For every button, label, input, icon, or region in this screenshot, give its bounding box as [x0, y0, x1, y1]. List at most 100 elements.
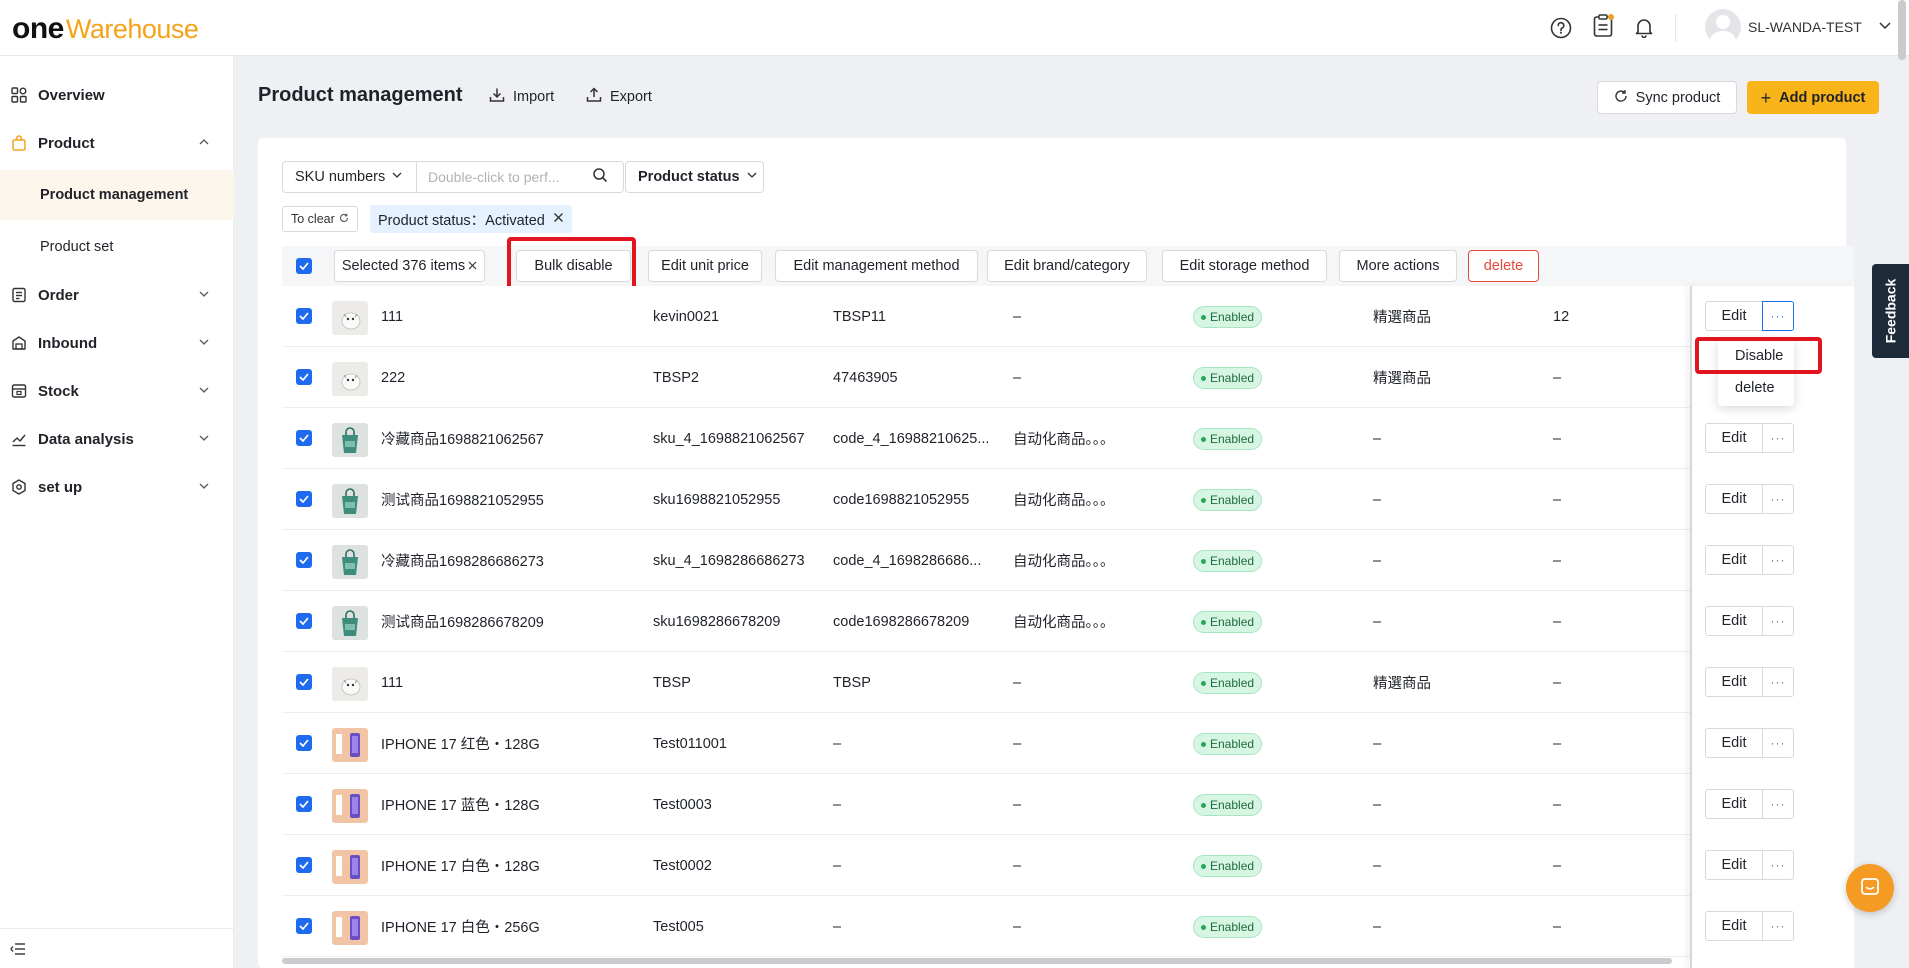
help-icon[interactable] [1549, 16, 1573, 40]
brand-logo[interactable]: one Warehouse [12, 12, 199, 46]
table-row[interactable]: 111 kevin0021 TBSP11 – Enabled 精選商品 12 [282, 286, 1854, 347]
row-checkbox[interactable] [296, 735, 312, 751]
row-more-button[interactable]: ··· [1762, 545, 1794, 575]
row-edit-button[interactable]: Edit [1705, 545, 1763, 575]
product-status-select[interactable]: Product status [625, 161, 764, 193]
row-more-button[interactable]: ··· [1762, 423, 1794, 453]
row-edit-button[interactable]: Edit [1705, 301, 1763, 331]
bell-icon[interactable] [1632, 15, 1656, 39]
row-more-button[interactable]: ··· [1762, 301, 1794, 331]
chart-icon [10, 430, 28, 448]
more-actions-button[interactable]: More actions [1339, 250, 1457, 282]
row-checkbox[interactable] [296, 857, 312, 873]
sidebar-collapse-bar [0, 928, 234, 968]
table-row[interactable]: IPHONE 17 白色・128G Test0002 – – Enabled –… [282, 835, 1854, 896]
select-all-checkbox[interactable] [296, 258, 312, 274]
row-edit-button[interactable]: Edit [1705, 606, 1763, 636]
sidebar-item-inbound[interactable]: Inbound [0, 319, 234, 367]
dropdown-disable-item[interactable]: Disable [1718, 341, 1794, 371]
chevron-down-icon[interactable] [1878, 18, 1892, 35]
sidebar: Overview Product Product management Prod… [0, 56, 234, 968]
username[interactable]: SL-WANDA-TEST [1748, 19, 1862, 35]
row-edit-button[interactable]: Edit [1705, 484, 1763, 514]
sidebar-item-label: Order [38, 286, 79, 304]
row-more-button[interactable]: ··· [1762, 850, 1794, 880]
table-row[interactable]: IPHONE 17 蓝色・128G Test0003 – – Enabled –… [282, 774, 1854, 835]
chat-button[interactable] [1846, 864, 1894, 912]
product-code: code1698286678209 [833, 613, 970, 630]
edit-brand-category-button[interactable]: Edit brand/category [987, 250, 1147, 282]
feedback-tab[interactable]: Feedback [1872, 264, 1909, 358]
row-more-button[interactable]: ··· [1762, 667, 1794, 697]
close-icon[interactable] [553, 211, 564, 227]
row-more-button[interactable]: ··· [1762, 789, 1794, 819]
sidebar-subitem-product-set[interactable]: Product set [0, 222, 234, 272]
product-set: – [1373, 491, 1382, 508]
table-row[interactable]: 111 TBSP TBSP – Enabled 精選商品 – [282, 652, 1854, 713]
table-row[interactable]: IPHONE 17 白色・256G Test005 – – Enabled – … [282, 896, 1854, 957]
row-checkbox[interactable] [296, 308, 312, 324]
export-button[interactable]: Export [586, 87, 652, 107]
import-button[interactable]: Import [489, 87, 554, 107]
sidebar-subitem-product-management[interactable]: Product management [0, 170, 234, 220]
chevron-down-icon [198, 431, 210, 447]
row-checkbox[interactable] [296, 674, 312, 690]
row-checkbox[interactable] [296, 430, 312, 446]
table-horizontal-scrollbar[interactable] [282, 958, 1672, 964]
table-row[interactable]: 冷藏商品1698821062567 sku_4_1698821062567 co… [282, 408, 1854, 469]
row-more-button[interactable]: ··· [1762, 728, 1794, 758]
table-row[interactable]: 222 TBSP2 47463905 – Enabled 精選商品 – [282, 347, 1854, 408]
add-product-button[interactable]: + Add product [1747, 81, 1879, 114]
row-edit-button[interactable]: Edit [1705, 728, 1763, 758]
sidebar-item-overview[interactable]: Overview [0, 71, 234, 119]
row-checkbox[interactable] [296, 491, 312, 507]
product-category: – [1013, 369, 1022, 386]
menu-collapse-icon[interactable] [10, 942, 26, 959]
table-row[interactable]: 冷藏商品1698286686273 sku_4_1698286686273 co… [282, 530, 1854, 591]
row-checkbox[interactable] [296, 918, 312, 934]
row-checkbox[interactable] [296, 369, 312, 385]
page-scrollbar[interactable] [1898, 0, 1906, 60]
bulk-delete-button[interactable]: delete [1468, 250, 1539, 282]
row-edit-button[interactable]: Edit [1705, 667, 1763, 697]
sku-type-select[interactable]: SKU numbers [283, 162, 417, 192]
sidebar-item-set-up[interactable]: set up [0, 463, 234, 511]
chevron-down-icon [391, 169, 403, 185]
selected-items-button[interactable]: Selected 376 items [334, 250, 485, 282]
close-icon[interactable] [468, 258, 477, 274]
clear-filters-button[interactable]: To clear [282, 206, 358, 232]
avatar[interactable] [1705, 9, 1741, 45]
sku-search-input[interactable] [428, 169, 588, 185]
row-more-button[interactable]: ··· [1762, 911, 1794, 941]
status-dot [1201, 619, 1206, 625]
table-row[interactable]: 测试商品1698821052955 sku1698821052955 code1… [282, 469, 1854, 530]
sidebar-item-stock[interactable]: Stock [0, 367, 234, 415]
sidebar-item-product[interactable]: Product [0, 119, 234, 167]
row-checkbox[interactable] [296, 796, 312, 812]
row-edit-button[interactable]: Edit [1705, 789, 1763, 819]
row-more-button[interactable]: ··· [1762, 606, 1794, 636]
sidebar-item-order[interactable]: Order [0, 271, 234, 319]
product-name: IPHONE 17 红色・128G [381, 737, 540, 753]
search-icon[interactable] [592, 167, 608, 187]
sidebar-item-data-analysis[interactable]: Data analysis [0, 415, 234, 463]
dropdown-delete-item[interactable]: delete [1718, 373, 1794, 403]
product-thumbnail [332, 728, 368, 762]
row-edit-button[interactable]: Edit [1705, 423, 1763, 453]
row-checkbox[interactable] [296, 552, 312, 568]
bulk-disable-button[interactable]: Bulk disable [516, 250, 631, 282]
row-edit-button[interactable]: Edit [1705, 850, 1763, 880]
row-checkbox[interactable] [296, 613, 312, 629]
brand-one: one [12, 12, 64, 45]
edit-unit-price-button[interactable]: Edit unit price [648, 250, 762, 282]
gear-icon [10, 478, 28, 496]
sync-product-button[interactable]: Sync product [1597, 81, 1737, 114]
product-code: code_4_16988210625... [833, 430, 990, 447]
task-list-icon[interactable] [1591, 14, 1615, 38]
table-row[interactable]: IPHONE 17 红色・128G Test011001 – – Enabled… [282, 713, 1854, 774]
edit-management-method-button[interactable]: Edit management method [775, 250, 978, 282]
row-edit-button[interactable]: Edit [1705, 911, 1763, 941]
row-more-button[interactable]: ··· [1762, 484, 1794, 514]
edit-storage-method-button[interactable]: Edit storage method [1162, 250, 1327, 282]
table-row[interactable]: 测试商品1698286678209 sku1698286678209 code1… [282, 591, 1854, 652]
